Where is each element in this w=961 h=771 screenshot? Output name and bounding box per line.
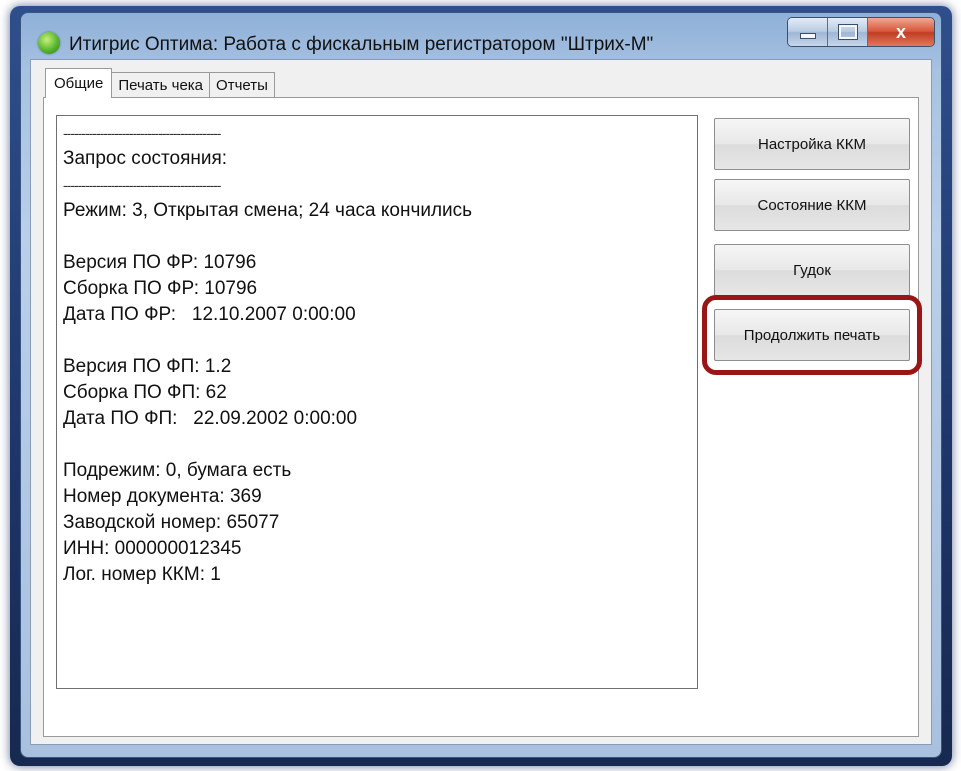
title-bar[interactable]: Итигрис Оптима: Работа с фискальным реги…: [21, 13, 941, 63]
status-line: Лог. номер ККМ: 1: [63, 564, 221, 585]
tab-print-receipt[interactable]: Печать чека: [111, 72, 211, 98]
status-output-textbox[interactable]: ----------------------------------------…: [56, 115, 698, 689]
tab-reports[interactable]: Отчеты: [209, 72, 275, 98]
status-line: Версия ПО ФР: 10796: [63, 252, 257, 273]
status-line: Заводской номер: 65077: [63, 512, 280, 533]
status-line: ИНН: 000000012345: [63, 538, 242, 559]
kkm-settings-button[interactable]: Настройка ККМ: [714, 118, 910, 170]
minimize-icon: [799, 33, 816, 39]
status-line: Дата ПО ФП: 22.09.2002 0:00:00: [63, 408, 358, 429]
tab-strip: Общие Печать чека Отчеты: [45, 68, 275, 98]
separator-line: ----------------------------------------…: [63, 125, 221, 141]
app-logo-icon: [38, 32, 60, 54]
client-area: Общие Печать чека Отчеты ---------------…: [30, 59, 932, 745]
status-line: Номер документа: 369: [63, 486, 262, 507]
close-button[interactable]: x: [868, 18, 934, 46]
status-line: [63, 432, 691, 458]
separator-line: ----------------------------------------…: [63, 177, 221, 193]
maximize-icon: [837, 24, 858, 40]
close-icon: x: [895, 21, 906, 42]
main-window: Итигрис Оптима: Работа с фискальным реги…: [20, 12, 942, 758]
status-line: Версия ПО ФП: 1.2: [63, 356, 232, 377]
status-line: Сборка ПО ФР: 10796: [63, 278, 258, 299]
beep-button[interactable]: Гудок: [714, 244, 910, 296]
tab-panel-general: ----------------------------------------…: [43, 97, 922, 737]
continue-print-button[interactable]: Продолжить печать: [714, 309, 910, 361]
tab-general[interactable]: Общие: [45, 68, 113, 98]
status-line: Запрос состояния:: [63, 148, 228, 169]
status-line: Подрежим: 0, бумага есть: [63, 460, 292, 481]
kkm-status-button[interactable]: Состояние ККМ: [714, 179, 910, 231]
status-line: [63, 224, 691, 250]
status-line: Дата ПО ФР: 12.10.2007 0:00:00: [63, 304, 356, 325]
maximize-button[interactable]: [828, 18, 868, 46]
minimize-button[interactable]: [788, 18, 828, 46]
status-line: Режим: 3, Открытая смена; 24 часа кончил…: [63, 200, 473, 221]
window-controls: x: [787, 17, 935, 47]
status-line: [63, 328, 691, 354]
status-line: Сборка ПО ФП: 62: [63, 382, 227, 403]
window-title: Итигрис Оптима: Работа с фискальным реги…: [69, 34, 654, 55]
